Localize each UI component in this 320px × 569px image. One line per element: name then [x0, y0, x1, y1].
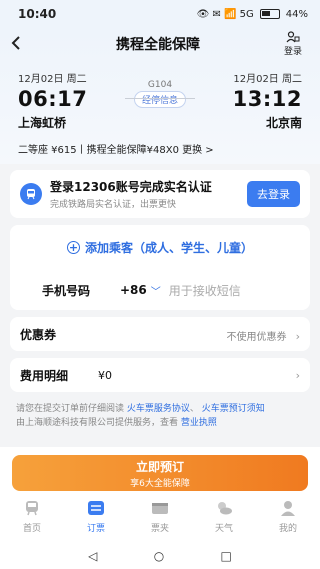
home-circle-icon[interactable]: ○ [154, 549, 164, 563]
bottom-area: 立即预订 享6大全能保障 首页 订票 票夹 天气 我的 [0, 447, 320, 543]
weather-icon [213, 497, 235, 519]
tab-profile[interactable]: 我的 [258, 497, 318, 543]
chevron-right-icon: › [295, 329, 300, 343]
login-label: 登录 [283, 47, 302, 57]
phone-label: 手机号码 [42, 283, 91, 298]
status-time: 10:40 [18, 7, 57, 21]
login-card-subtitle: 完成铁路局实名认证，出票更快 [50, 200, 177, 210]
tab-label: 票夹 [150, 524, 169, 534]
back-button[interactable] [10, 34, 40, 55]
coupon-label: 优惠券 [20, 327, 57, 342]
phone-input[interactable]: 用于接收短信 [169, 282, 241, 299]
ticket-icon [85, 497, 107, 519]
tab-ticket-folder[interactable]: 票夹 [130, 497, 190, 543]
tab-label: 我的 [278, 524, 297, 534]
coupon-row[interactable]: 优惠券 不使用优惠券 › [10, 317, 310, 351]
coupon-value: 不使用优惠券 [226, 331, 287, 343]
system-nav-bar: ◁ ○ □ [0, 543, 320, 569]
back-triangle-icon[interactable]: ◁ [88, 549, 97, 563]
arrive-station: 北京南 [265, 116, 302, 130]
tab-weather[interactable]: 天气 [194, 497, 254, 543]
phone-row: 手机号码 +86 ﹀ 用于接收短信 [10, 270, 310, 310]
login-button[interactable]: 登录 [276, 31, 310, 57]
chevron-down-icon[interactable]: ﹀ [151, 283, 161, 298]
tab-home[interactable]: 首页 [2, 497, 62, 543]
train-icon [21, 497, 43, 519]
battery-icon [259, 9, 280, 19]
login-card-title: 登录12306账号完成实名认证 [50, 180, 212, 194]
depart-station: 上海虹桥 [18, 116, 67, 130]
business-license-link[interactable]: 营业执照 [181, 418, 217, 428]
depart-date: 12月02日 周二 [18, 74, 87, 85]
booking-notice-link[interactable]: 火车票预订须知 [202, 404, 265, 414]
recents-square-icon[interactable]: □ [221, 549, 232, 563]
depart-time: 06:17 [18, 87, 88, 111]
add-passenger-button[interactable]: + 添加乘客（成人、学生、儿童） [10, 225, 310, 270]
chevron-right-icon: › [295, 368, 300, 382]
status-bar: 10:40 👁 ✉ 📶 5G 44% [0, 0, 320, 28]
train-number: G104 [147, 80, 173, 90]
fee-amount: ¥0 [98, 368, 113, 382]
login-card-text: 登录12306账号完成实名认证 完成铁路局实名认证，出票更快 [50, 178, 247, 210]
fee-detail-row[interactable]: 费用明细 ¥0 › [10, 358, 310, 392]
terms-notice: 请您在提交订单前仔细阅读 火车票服务协议、 火车票预订须知 由上海顺途科技有限公… [16, 404, 265, 428]
route-line [125, 98, 195, 99]
book-now-sub: 享6大全能保障 [130, 478, 190, 489]
stops-info-button[interactable]: 经停信息 [133, 91, 186, 108]
user-icon [277, 497, 299, 519]
nav-bar: 携程全能保障 登录 [0, 28, 320, 60]
page-title: 携程全能保障 [116, 37, 200, 53]
tab-bar: 首页 订票 票夹 天气 我的 [0, 491, 320, 543]
wallet-icon [149, 497, 171, 519]
tab-label: 首页 [22, 524, 41, 534]
train-middle: G104 经停信息 [125, 70, 195, 131]
train-icon [20, 183, 42, 205]
add-passenger-label: 添加乘客（成人、学生、儿童） [84, 241, 253, 255]
tab-label: 订票 [86, 524, 105, 534]
arrive-date: 12月02日 周二 [233, 74, 302, 85]
battery-level: 44% [285, 8, 308, 20]
status-icons: 👁 ✉ 📶 5G [196, 8, 254, 20]
departure: 12月02日 周二 06:17 上海虹桥 [18, 70, 87, 131]
tab-label: 天气 [214, 524, 233, 534]
trip-summary: 12月02日 周二 06:17 上海虹桥 G104 经停信息 12月02日 周二… [0, 60, 320, 137]
status-indicators: 👁 ✉ 📶 5G 44% [197, 9, 308, 20]
plus-icon: + [66, 241, 80, 254]
passenger-card: + 添加乘客（成人、学生、儿童） 手机号码 +86 ﹀ 用于接收短信 [10, 225, 310, 310]
chevron-left-icon [11, 35, 20, 50]
country-code-select[interactable]: +86 [120, 283, 147, 297]
header-area: 携程全能保障 登录 12月02日 周二 06:17 上海虹桥 G104 经停信息… [0, 28, 320, 164]
book-now-label: 立即预订 [135, 459, 184, 474]
arrive-time: 13:12 [232, 87, 302, 111]
login-card: 登录12306账号完成实名认证 完成铁路局实名认证，出票更快 去登录 [10, 170, 310, 218]
notice-text-2: 由上海顺途科技有限公司提供服务，查看 [16, 418, 179, 428]
service-agreement-link[interactable]: 火车票服务协议 [127, 404, 190, 414]
book-now-button[interactable]: 立即预订 享6大全能保障 [12, 455, 308, 491]
tab-booking[interactable]: 订票 [66, 497, 126, 543]
user-lock-icon [286, 31, 300, 43]
ticket-info[interactable]: 二等座 ¥615丨携程全能保障¥48X0 更换 > [0, 137, 320, 164]
go-login-button[interactable]: 去登录 [247, 181, 300, 207]
fee-label: 费用明细 [20, 368, 69, 383]
arrival: 12月02日 周二 13:12 北京南 [233, 70, 302, 131]
notice-text: 请您在提交订单前仔细阅读 [16, 404, 125, 414]
